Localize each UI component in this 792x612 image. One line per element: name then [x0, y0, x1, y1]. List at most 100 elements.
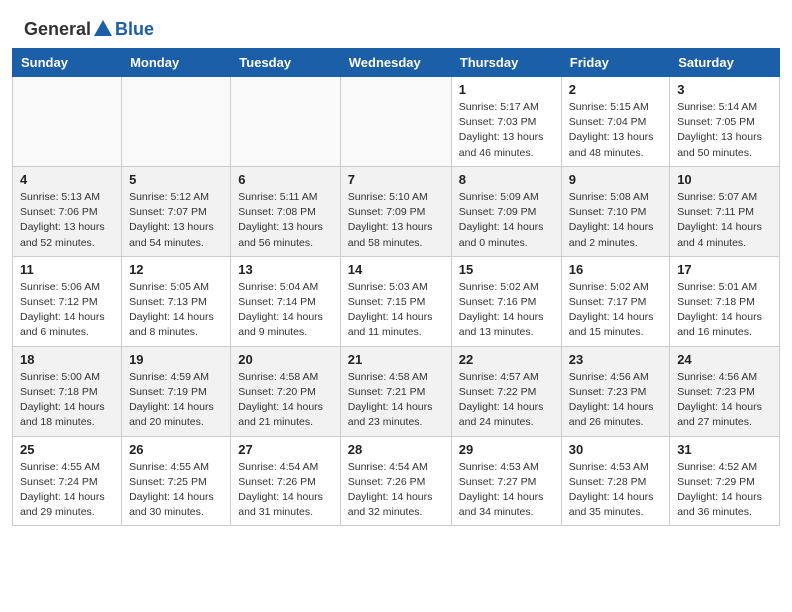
day-number: 10: [677, 172, 772, 187]
calendar-cell: 2Sunrise: 5:15 AM Sunset: 7:04 PM Daylig…: [561, 77, 669, 167]
day-info: Sunrise: 4:58 AM Sunset: 7:20 PM Dayligh…: [238, 370, 332, 431]
calendar-body: 1 Sunrise: 5:17 AM Sunset: 7:03 PM Daylig…: [13, 77, 780, 526]
calendar-cell: 22 Sunrise: 4:57 AM Sunset: 7:22 PM Dayli…: [451, 346, 561, 436]
day-info: Sunrise: 4:58 AM Sunset: 7:21 PM Dayligh…: [348, 370, 444, 431]
day-number: 18: [20, 352, 114, 367]
weekday-header-sunday: Sunday: [13, 49, 122, 77]
day-info: Sunrise: 4:56 AM Sunset: 7:23 PM Dayligh…: [677, 370, 772, 431]
day-number: 23: [569, 352, 662, 367]
weekday-header-friday: Friday: [561, 49, 669, 77]
day-number: 6: [238, 172, 332, 187]
calendar-cell: [122, 77, 231, 167]
day-info: Sunrise: 4:55 AM Sunset: 7:24 PM Dayligh…: [20, 460, 114, 521]
calendar-cell: [231, 77, 340, 167]
page-header: General Blue: [0, 0, 792, 48]
day-number: 15: [459, 262, 554, 277]
day-info: Sunrise: 5:07 AM Sunset: 7:11 PM Dayligh…: [677, 190, 772, 251]
day-number: 21: [348, 352, 444, 367]
weekday-header-wednesday: Wednesday: [340, 49, 451, 77]
calendar-week-row: 1 Sunrise: 5:17 AM Sunset: 7:03 PM Daylig…: [13, 77, 780, 167]
day-info: Sunrise: 5:09 AM Sunset: 7:09 PM Dayligh…: [459, 190, 554, 251]
day-info: Sunrise: 5:05 AM Sunset: 7:13 PM Dayligh…: [129, 280, 223, 341]
day-number: 29: [459, 442, 554, 457]
calendar-cell: 13 Sunrise: 5:04 AM Sunset: 7:14 PM Dayli…: [231, 256, 340, 346]
day-number: 3: [677, 82, 772, 97]
calendar-cell: 12 Sunrise: 5:05 AM Sunset: 7:13 PM Dayli…: [122, 256, 231, 346]
day-number: 25: [20, 442, 114, 457]
calendar-week-row: 11Sunrise: 5:06 AM Sunset: 7:12 PM Dayli…: [13, 256, 780, 346]
day-info: Sunrise: 5:01 AM Sunset: 7:18 PM Dayligh…: [677, 280, 772, 341]
calendar-table: SundayMondayTuesdayWednesdayThursdayFrid…: [12, 48, 780, 526]
day-number: 4: [20, 172, 114, 187]
calendar-cell: 26 Sunrise: 4:55 AM Sunset: 7:25 PM Dayli…: [122, 436, 231, 526]
day-number: 20: [238, 352, 332, 367]
calendar-cell: 7 Sunrise: 5:10 AM Sunset: 7:09 PM Daylig…: [340, 166, 451, 256]
day-info: Sunrise: 4:55 AM Sunset: 7:25 PM Dayligh…: [129, 460, 223, 521]
day-info: Sunrise: 5:02 AM Sunset: 7:16 PM Dayligh…: [459, 280, 554, 341]
day-info: Sunrise: 5:14 AM Sunset: 7:05 PM Dayligh…: [677, 100, 772, 161]
weekday-header-tuesday: Tuesday: [231, 49, 340, 77]
day-info: Sunrise: 4:59 AM Sunset: 7:19 PM Dayligh…: [129, 370, 223, 431]
calendar-cell: 18Sunrise: 5:00 AM Sunset: 7:18 PM Dayli…: [13, 346, 122, 436]
day-number: 26: [129, 442, 223, 457]
calendar-header: SundayMondayTuesdayWednesdayThursdayFrid…: [13, 49, 780, 77]
day-number: 24: [677, 352, 772, 367]
calendar-cell: 24 Sunrise: 4:56 AM Sunset: 7:23 PM Dayli…: [670, 346, 780, 436]
calendar-cell: 21 Sunrise: 4:58 AM Sunset: 7:21 PM Dayli…: [340, 346, 451, 436]
day-info: Sunrise: 5:04 AM Sunset: 7:14 PM Dayligh…: [238, 280, 332, 341]
day-number: 9: [569, 172, 662, 187]
day-number: 13: [238, 262, 332, 277]
calendar-cell: 28 Sunrise: 4:54 AM Sunset: 7:26 PM Dayli…: [340, 436, 451, 526]
day-number: 19: [129, 352, 223, 367]
calendar-cell: 20 Sunrise: 4:58 AM Sunset: 7:20 PM Dayli…: [231, 346, 340, 436]
weekday-header-saturday: Saturday: [670, 49, 780, 77]
calendar-cell: [340, 77, 451, 167]
calendar-week-row: 4 Sunrise: 5:13 AM Sunset: 7:06 PM Daylig…: [13, 166, 780, 256]
day-number: 7: [348, 172, 444, 187]
day-info: Sunrise: 5:10 AM Sunset: 7:09 PM Dayligh…: [348, 190, 444, 251]
calendar-cell: 19 Sunrise: 4:59 AM Sunset: 7:19 PM Dayli…: [122, 346, 231, 436]
day-number: 22: [459, 352, 554, 367]
calendar-cell: 27Sunrise: 4:54 AM Sunset: 7:26 PM Dayli…: [231, 436, 340, 526]
day-info: Sunrise: 5:13 AM Sunset: 7:06 PM Dayligh…: [20, 190, 114, 251]
day-info: Sunrise: 4:53 AM Sunset: 7:28 PM Dayligh…: [569, 460, 662, 521]
calendar-week-row: 18Sunrise: 5:00 AM Sunset: 7:18 PM Dayli…: [13, 346, 780, 436]
calendar-cell: 30 Sunrise: 4:53 AM Sunset: 7:28 PM Dayli…: [561, 436, 669, 526]
calendar-cell: 25 Sunrise: 4:55 AM Sunset: 7:24 PM Dayli…: [13, 436, 122, 526]
calendar-cell: 5 Sunrise: 5:12 AM Sunset: 7:07 PM Daylig…: [122, 166, 231, 256]
calendar-cell: 14Sunrise: 5:03 AM Sunset: 7:15 PM Dayli…: [340, 256, 451, 346]
calendar-cell: [13, 77, 122, 167]
day-number: 5: [129, 172, 223, 187]
logo-general-text: General: [24, 19, 91, 40]
day-number: 31: [677, 442, 772, 457]
calendar-cell: 3 Sunrise: 5:14 AM Sunset: 7:05 PM Daylig…: [670, 77, 780, 167]
logo-blue-text: Blue: [115, 19, 154, 40]
day-info: Sunrise: 4:54 AM Sunset: 7:26 PM Dayligh…: [348, 460, 444, 521]
day-number: 17: [677, 262, 772, 277]
weekday-header-monday: Monday: [122, 49, 231, 77]
logo-icon: [92, 18, 114, 40]
calendar-cell: 10 Sunrise: 5:07 AM Sunset: 7:11 PM Dayli…: [670, 166, 780, 256]
day-info: Sunrise: 5:17 AM Sunset: 7:03 PM Dayligh…: [459, 100, 554, 161]
logo: General Blue: [24, 18, 154, 40]
calendar-wrapper: SundayMondayTuesdayWednesdayThursdayFrid…: [0, 48, 792, 538]
calendar-cell: 31Sunrise: 4:52 AM Sunset: 7:29 PM Dayli…: [670, 436, 780, 526]
day-number: 30: [569, 442, 662, 457]
calendar-cell: 11Sunrise: 5:06 AM Sunset: 7:12 PM Dayli…: [13, 256, 122, 346]
day-info: Sunrise: 5:12 AM Sunset: 7:07 PM Dayligh…: [129, 190, 223, 251]
calendar-cell: 15 Sunrise: 5:02 AM Sunset: 7:16 PM Dayli…: [451, 256, 561, 346]
day-number: 1: [459, 82, 554, 97]
calendar-cell: 8Sunrise: 5:09 AM Sunset: 7:09 PM Daylig…: [451, 166, 561, 256]
day-info: Sunrise: 5:03 AM Sunset: 7:15 PM Dayligh…: [348, 280, 444, 341]
calendar-cell: 17 Sunrise: 5:01 AM Sunset: 7:18 PM Dayli…: [670, 256, 780, 346]
calendar-cell: 1 Sunrise: 5:17 AM Sunset: 7:03 PM Daylig…: [451, 77, 561, 167]
day-number: 12: [129, 262, 223, 277]
day-info: Sunrise: 5:15 AM Sunset: 7:04 PM Dayligh…: [569, 100, 662, 161]
day-number: 27: [238, 442, 332, 457]
calendar-cell: 6Sunrise: 5:11 AM Sunset: 7:08 PM Daylig…: [231, 166, 340, 256]
day-info: Sunrise: 4:57 AM Sunset: 7:22 PM Dayligh…: [459, 370, 554, 431]
day-info: Sunrise: 4:53 AM Sunset: 7:27 PM Dayligh…: [459, 460, 554, 521]
day-number: 11: [20, 262, 114, 277]
weekday-header-row: SundayMondayTuesdayWednesdayThursdayFrid…: [13, 49, 780, 77]
day-number: 28: [348, 442, 444, 457]
